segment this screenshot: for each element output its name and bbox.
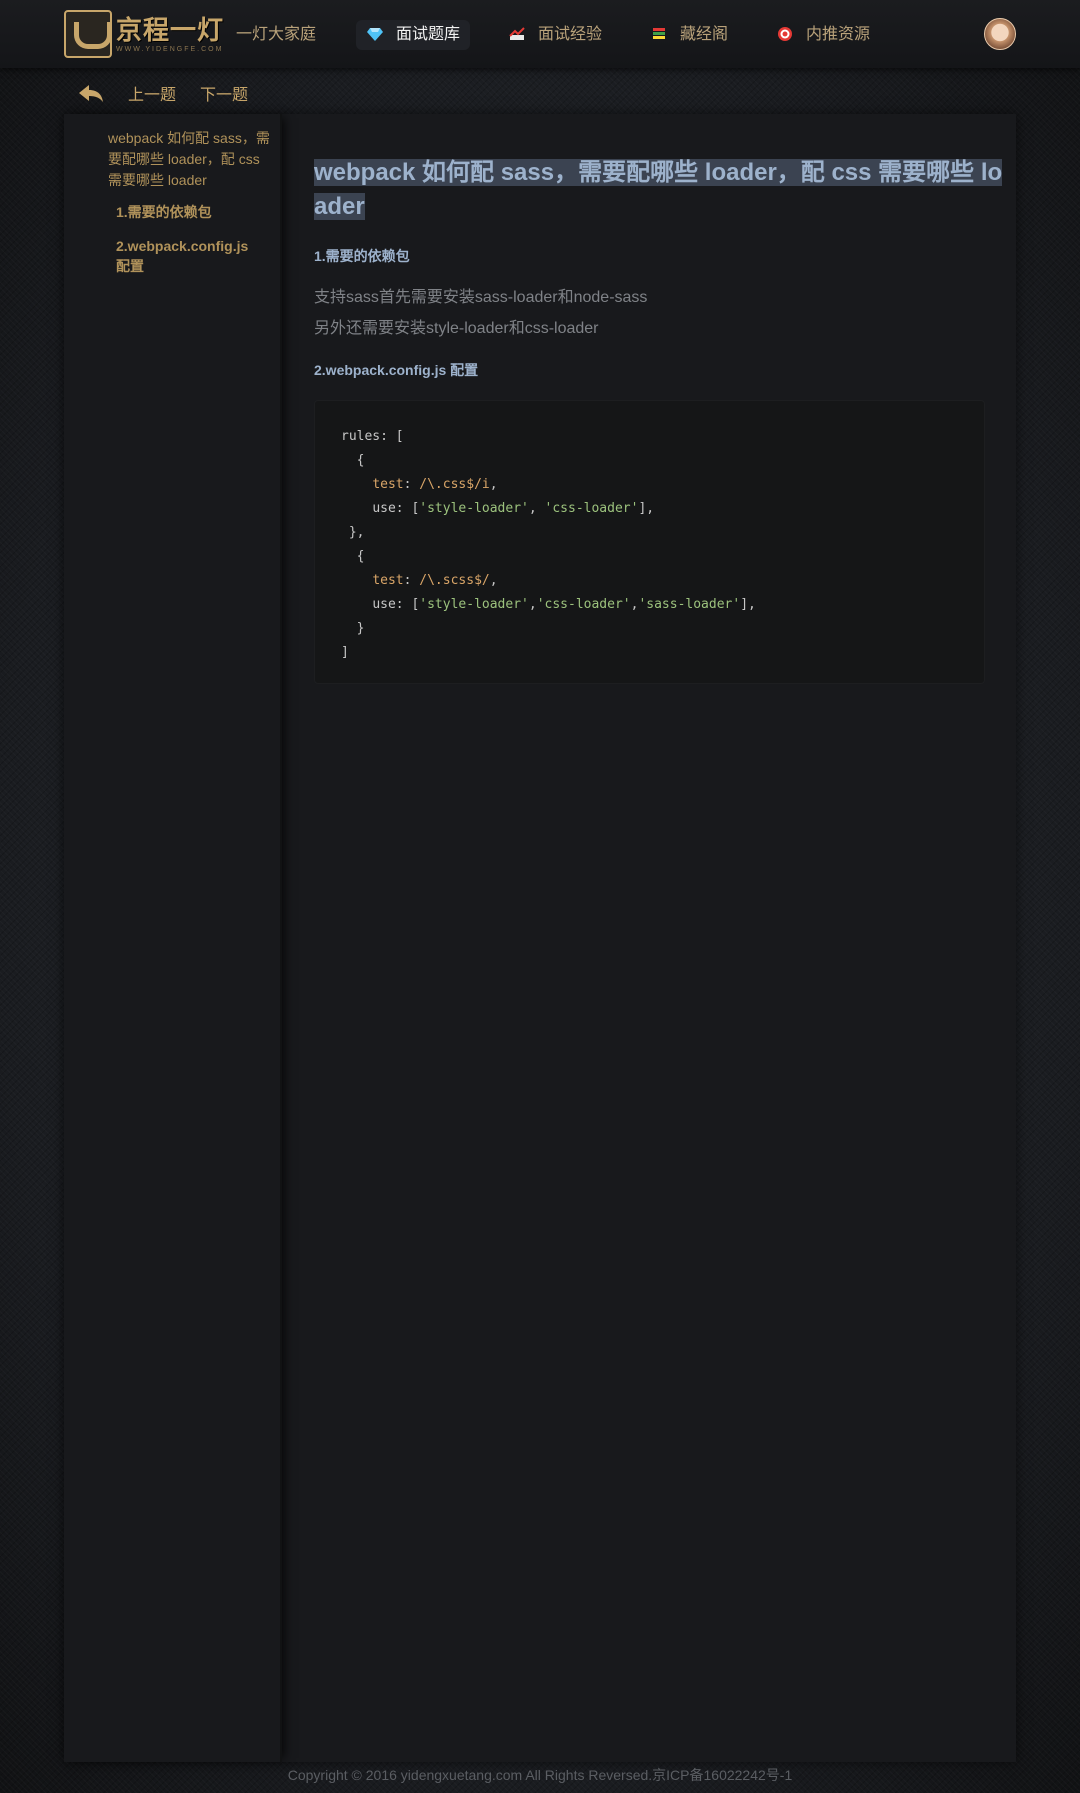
code-regex: /\.css$/i xyxy=(419,477,490,492)
code-key: use xyxy=(372,501,396,516)
code-string: 'sass-loader' xyxy=(638,597,741,612)
books-icon xyxy=(650,26,668,44)
top-navigation-bar: 京程一灯 WWW.YIDENGFE.COM 一灯大家庭 面试题库 面试经验 藏经… xyxy=(0,0,1080,68)
nav-item-family[interactable]: 一灯大家庭 xyxy=(226,20,326,50)
question-navigation: 上一题 下一题 xyxy=(64,76,272,110)
code-line: use: ['style-loader','css-loader','sass-… xyxy=(372,597,756,612)
code-text: ] xyxy=(341,645,349,660)
code-line: test: /\.scss$/, xyxy=(372,573,498,588)
next-question-link[interactable]: 下一题 xyxy=(200,81,248,105)
section-heading-config: 2.webpack.config.js 配置 xyxy=(314,362,479,378)
code-line: test: /\.css$/i, xyxy=(372,477,498,492)
paragraph-line: 支持sass首先需要安装sass-loader和node-sass xyxy=(314,289,648,306)
nav-item-label: 面试经验 xyxy=(538,26,603,43)
code-regex: /\.scss$/ xyxy=(419,573,490,588)
code-line: ] xyxy=(341,641,958,665)
diamond-icon xyxy=(366,26,384,44)
footer-copyright: Copyright © 2016 yidengxuetang.com All R… xyxy=(287,1767,793,1783)
nav-item-referrals[interactable]: 内推资源 xyxy=(766,20,880,50)
code-string: 'css-loader' xyxy=(536,597,631,612)
toc-item-config[interactable]: 2.webpack.config.js 配置 xyxy=(116,236,256,276)
code-line: { xyxy=(341,449,958,473)
nav-item-label: 一灯大家庭 xyxy=(236,26,317,43)
section-heading-dependencies: 1.需要的依赖包 xyxy=(314,248,410,264)
code-line: } xyxy=(341,617,958,641)
page-title: webpack 如何配 sass，需要配哪些 loader，配 css 需要哪些… xyxy=(314,156,1008,224)
nav-item-label: 藏经阁 xyxy=(680,26,729,43)
site-logo[interactable]: 京程一灯 WWW.YIDENGFE.COM xyxy=(64,8,229,60)
table-of-contents: webpack 如何配 sass，需要配哪些 loader，配 css 需要哪些… xyxy=(64,114,282,1762)
nav-item-label: 面试题库 xyxy=(396,26,461,43)
code-string: 'style-loader' xyxy=(419,501,529,516)
nav-item-label: 内推资源 xyxy=(806,26,871,43)
code-key: use xyxy=(372,597,396,612)
main-container: webpack 如何配 sass，需要配哪些 loader，配 css 需要哪些… xyxy=(64,114,1016,1762)
nav-item-interview-questions[interactable]: 面试题库 xyxy=(356,20,471,50)
page-title-text: webpack 如何配 sass，需要配哪些 loader，配 css 需要哪些… xyxy=(314,159,1003,220)
article-content: webpack 如何配 sass，需要配哪些 loader，配 css 需要哪些… xyxy=(314,114,1016,1762)
code-block: rules: [ { test: /\.css$/i, use: ['style… xyxy=(314,400,985,684)
nav-item-interview-experience[interactable]: 面试经验 xyxy=(498,20,612,50)
code-text: { xyxy=(341,453,365,468)
logo-subtitle: WWW.YIDENGFE.COM xyxy=(116,45,224,53)
code-key: test xyxy=(372,573,404,588)
code-text: rules: [ xyxy=(341,429,404,444)
code-text: { xyxy=(341,549,365,564)
logo-icon xyxy=(64,10,112,58)
toc-title-link[interactable]: webpack 如何配 sass，需要配哪些 loader，配 css 需要哪些… xyxy=(108,128,270,191)
code-line: { xyxy=(341,545,958,569)
nav-item-library[interactable]: 藏经阁 xyxy=(640,20,738,50)
code-string: 'style-loader' xyxy=(419,597,529,612)
code-line: rules: [ xyxy=(341,425,958,449)
target-icon xyxy=(776,26,794,44)
code-key: test xyxy=(372,477,404,492)
back-arrow-icon[interactable] xyxy=(76,78,106,108)
code-line: use: ['style-loader', 'css-loader'], xyxy=(372,501,655,516)
logo-text-group: 京程一灯 WWW.YIDENGFE.COM xyxy=(116,16,224,53)
paragraph-line: 另外还需要安装style-loader和css-loader xyxy=(314,320,599,337)
code-string: 'css-loader' xyxy=(544,501,639,516)
code-text: } xyxy=(341,621,365,636)
chart-icon xyxy=(508,26,526,44)
user-avatar[interactable] xyxy=(984,18,1016,50)
code-text: }, xyxy=(341,525,365,540)
logo-title: 京程一灯 xyxy=(116,15,225,46)
toc-item-dependencies[interactable]: 1.需要的依赖包 xyxy=(116,202,256,222)
code-line: }, xyxy=(341,521,958,545)
prev-question-link[interactable]: 上一题 xyxy=(128,81,176,105)
